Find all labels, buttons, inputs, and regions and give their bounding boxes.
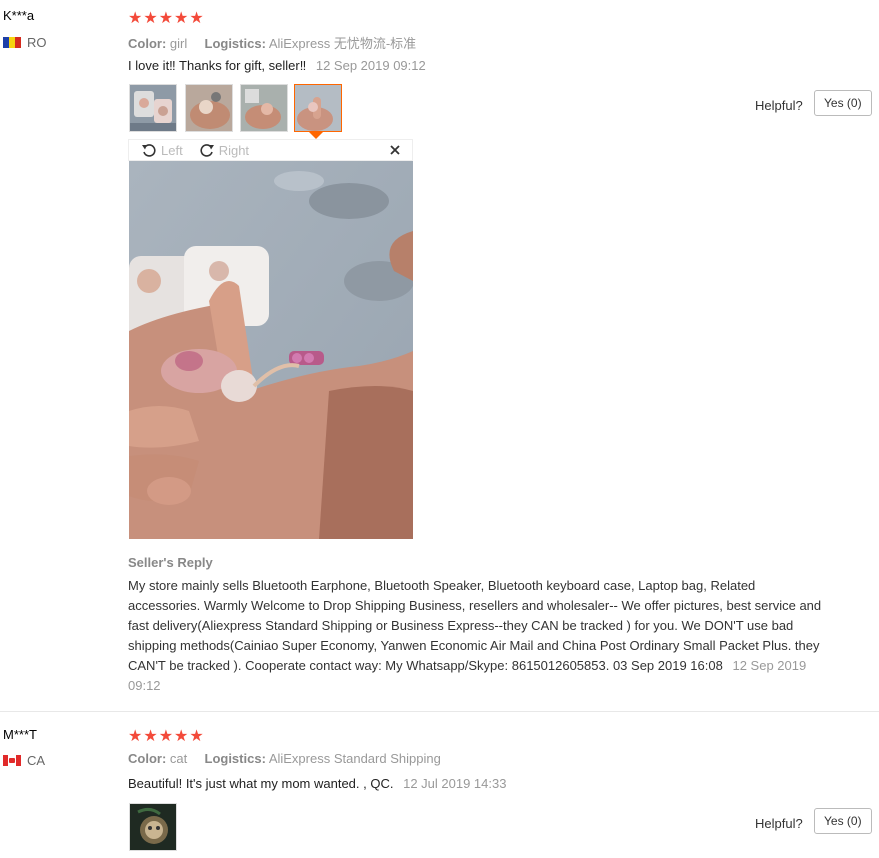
star-rating: ★★★★★	[128, 728, 205, 745]
rotate-right-icon	[200, 144, 214, 157]
review-divider	[0, 711, 879, 712]
helpful-label: Helpful?	[755, 98, 803, 113]
close-icon	[390, 145, 400, 155]
photo-thumbnail	[186, 85, 232, 131]
rotate-right-label: Right	[218, 142, 250, 158]
helpful-yes-button[interactable]: Yes (0)	[814, 90, 872, 116]
review-photo-thumb[interactable]	[129, 803, 177, 851]
seller-reply-text: My store mainly sells Bluetooth Earphone…	[128, 578, 822, 673]
reviewer-name: K***a	[3, 8, 35, 23]
reviewer-name: M***T	[3, 727, 37, 742]
review-photo-thumb-selected[interactable]	[294, 84, 342, 132]
photo-thumbnail	[130, 85, 176, 131]
flag-icon	[3, 37, 21, 48]
photo-thumbnail	[241, 85, 287, 131]
review-photo-thumb[interactable]	[240, 84, 288, 132]
review-date: 12 Jul 2019 14:33	[403, 776, 507, 791]
review-photo-thumb[interactable]	[185, 84, 233, 132]
image-viewer-toolbar: Left Right	[128, 139, 413, 161]
review-attributes: Color: cat Logistics: AliExpress Standar…	[128, 751, 441, 766]
flag-icon	[3, 755, 21, 766]
logistics-value: AliExpress 无忧物流-标准	[268, 36, 417, 51]
logistics-label: Logistics:	[204, 36, 266, 51]
review-text: I love it‼ Thanks for gift, seller‼	[128, 58, 307, 73]
color-label: Color:	[128, 36, 167, 51]
helpful-yes-button[interactable]: Yes (0)	[814, 808, 872, 834]
review-text-line: Beautiful! It's just what my mom wanted.…	[128, 776, 506, 791]
rotate-left-icon	[142, 144, 156, 157]
color-value: cat	[169, 751, 188, 766]
close-viewer-button[interactable]	[390, 145, 400, 155]
star-rating: ★★★★★	[128, 10, 205, 27]
rotate-left-button[interactable]: Left	[141, 142, 183, 158]
photo-thumbnail	[130, 804, 176, 850]
review-photo-thumb[interactable]	[129, 84, 177, 132]
photo-thumbnail	[295, 85, 341, 131]
helpful-label: Helpful?	[755, 816, 803, 831]
rotate-left-label: Left	[161, 142, 183, 158]
color-label: Color:	[128, 751, 167, 766]
review-text-line: I love it‼ Thanks for gift, seller‼ 12 S…	[128, 58, 426, 73]
reviewer-country: RO	[3, 35, 47, 50]
seller-reply-title: Seller's Reply	[128, 555, 213, 570]
review-date: 12 Sep 2019 09:12	[315, 58, 426, 73]
country-code: RO	[27, 35, 47, 50]
logistics-value: AliExpress Standard Shipping	[268, 751, 441, 766]
country-code: CA	[27, 753, 46, 768]
seller-reply: My store mainly sells Bluetooth Earphone…	[128, 576, 828, 696]
enlarged-review-photo	[129, 161, 413, 539]
review-attributes: Color: girl Logistics: AliExpress 无忧物流-标…	[128, 33, 416, 52]
color-value: girl	[169, 36, 188, 51]
reviewer-country: CA	[3, 753, 45, 768]
rotate-right-button[interactable]: Right	[199, 142, 249, 158]
logistics-label: Logistics:	[204, 751, 266, 766]
review-text: Beautiful! It's just what my mom wanted.…	[128, 776, 394, 791]
